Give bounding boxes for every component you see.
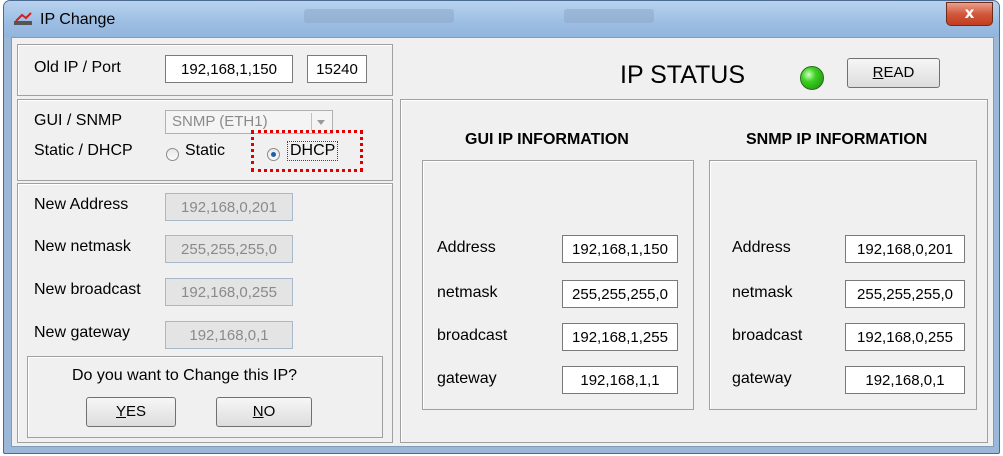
new-gateway-field[interactable]: 192,168,0,1 — [165, 321, 293, 349]
snmp-address-label: Address — [732, 239, 791, 256]
confirm-panel: Do you want to Change this IP? YES NO — [27, 356, 383, 438]
read-button[interactable]: READ — [847, 58, 940, 88]
old-ip-panel: Old IP / Port 192,168,1,150 15240 — [17, 44, 393, 96]
new-address-field[interactable]: 192,168,0,201 — [165, 193, 293, 221]
close-button[interactable]: x — [946, 2, 993, 26]
old-ip-field[interactable]: 192,168,1,150 — [165, 55, 293, 83]
title-bar[interactable]: IP Change x — [4, 1, 999, 37]
new-netmask-label: New netmask — [34, 238, 131, 255]
gui-address-value: 192,168,1,150 — [562, 235, 678, 263]
yes-label-rest: ES — [126, 403, 147, 420]
new-broadcast-field[interactable]: 192,168,0,255 — [165, 278, 293, 306]
gui-gateway-label: gateway — [437, 370, 497, 387]
no-hotkey: N — [252, 403, 264, 420]
snmp-gateway-value: 192,168,0,1 — [845, 366, 965, 394]
ip-status-title: IP STATUS — [620, 61, 746, 89]
read-hotkey: R — [872, 64, 884, 81]
gui-netmask-label: netmask — [437, 284, 498, 301]
new-gateway-label: New gateway — [34, 324, 131, 341]
snmp-info-heading: SNMP IP INFORMATION — [746, 131, 928, 148]
close-icon: x — [964, 4, 975, 22]
no-button[interactable]: NO — [216, 397, 312, 427]
new-ip-panel: New Address 192,168,0,201 New netmask 25… — [17, 183, 393, 443]
confirm-question: Do you want to Change this IP? — [72, 367, 298, 384]
dialog-body: Old IP / Port 192,168,1,150 15240 IP STA… — [11, 37, 994, 447]
gui-info-heading: GUI IP INFORMATION — [465, 131, 629, 148]
snmp-netmask-label: netmask — [732, 284, 793, 301]
window-title: IP Change — [40, 11, 116, 28]
yes-button[interactable]: YES — [86, 397, 176, 427]
snmp-broadcast-label: broadcast — [732, 327, 803, 344]
gui-snmp-label: GUI / SNMP — [34, 112, 123, 129]
new-netmask-field[interactable]: 255,255,255,0 — [165, 235, 293, 263]
mode-panel: GUI / SNMP SNMP (ETH1) Static / DHCP Sta… — [17, 99, 393, 181]
gui-gateway-value: 192,168,1,1 — [562, 366, 678, 394]
snmp-address-value: 192,168,0,201 — [845, 235, 965, 263]
static-radio[interactable] — [166, 148, 179, 161]
ip-info-panel: GUI IP INFORMATION SNMP IP INFORMATION A… — [400, 99, 988, 443]
app-icon — [14, 12, 32, 25]
old-ip-port-label: Old IP / Port — [34, 59, 121, 76]
background-blur — [564, 9, 654, 23]
background-blur — [304, 9, 454, 23]
dhcp-highlight-box — [251, 130, 363, 172]
chevron-down-icon — [311, 113, 330, 131]
status-led-icon — [800, 66, 824, 90]
old-port-field[interactable]: 15240 — [307, 55, 367, 83]
yes-hotkey: Y — [115, 403, 126, 420]
gui-address-label: Address — [437, 239, 496, 256]
new-address-label: New Address — [34, 196, 129, 213]
snmp-info-group: Address 192,168,0,201 netmask 255,255,25… — [709, 160, 977, 410]
read-label-rest: EAD — [883, 64, 915, 81]
no-label-rest: O — [263, 403, 276, 420]
gui-netmask-value: 255,255,255,0 — [562, 280, 678, 308]
snmp-netmask-value: 255,255,255,0 — [845, 280, 965, 308]
ip-change-window: IP Change x Old IP / Port 192,168,1,150 … — [3, 0, 1000, 454]
static-dhcp-label: Static / DHCP — [34, 142, 133, 159]
static-radio-label[interactable]: Static — [185, 142, 225, 160]
snmp-broadcast-value: 192,168,0,255 — [845, 323, 965, 351]
gui-broadcast-value: 192,168,1,255 — [562, 323, 678, 351]
new-broadcast-label: New broadcast — [34, 281, 141, 298]
gui-info-group: Address 192,168,1,150 netmask 255,255,25… — [422, 160, 694, 410]
gui-broadcast-label: broadcast — [437, 327, 508, 344]
gui-snmp-value: SNMP (ETH1) — [172, 113, 268, 130]
snmp-gateway-label: gateway — [732, 370, 792, 387]
